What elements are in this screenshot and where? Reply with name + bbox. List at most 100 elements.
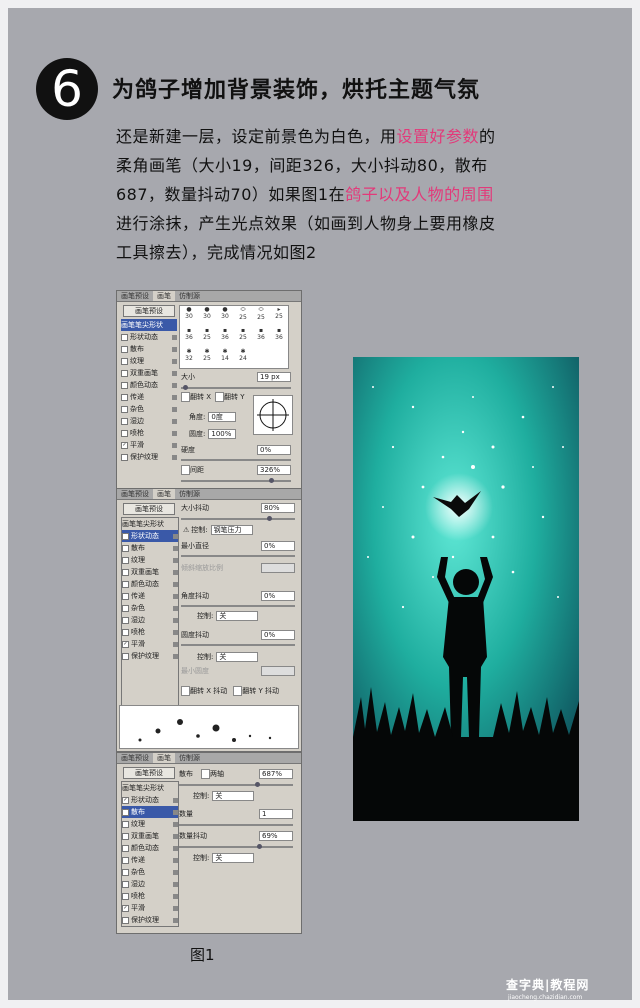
brush-presets-button[interactable]: 画笔预设	[123, 767, 175, 779]
brush-tip[interactable]: ✱ 32	[180, 348, 198, 368]
tab-brush-presets[interactable]: 画笔预设	[117, 753, 153, 763]
brush-tip[interactable]: ▪ 25	[198, 327, 216, 347]
tab-brush-presets[interactable]: 画笔预设	[117, 291, 153, 301]
list-item[interactable]: 喷枪	[122, 890, 178, 902]
scatter-control-select[interactable]: 关	[212, 791, 255, 801]
roundness-jitter-slider[interactable]	[181, 644, 295, 646]
brush-presets-button[interactable]: 画笔预设	[123, 305, 175, 317]
tab-brush-presets[interactable]: 画笔预设	[117, 489, 153, 499]
brush-tip[interactable]: ● 30	[180, 306, 198, 327]
slider-knob[interactable]	[267, 516, 272, 521]
spacing-input[interactable]: 326%	[257, 465, 291, 475]
list-item[interactable]: 喷枪	[122, 626, 178, 638]
angle-roundness-widget[interactable]	[253, 395, 293, 435]
scatter-slider[interactable]	[179, 784, 293, 786]
brush-tip[interactable]: ✱ 24	[234, 348, 252, 368]
brush-tip[interactable]: ▪ 36	[216, 327, 234, 347]
list-item[interactable]: 颜色动态	[122, 578, 178, 590]
control3-select[interactable]: 关	[216, 652, 259, 662]
brush-tip[interactable]: ▪ 25	[234, 327, 252, 347]
list-item[interactable]: ✓ 平滑	[122, 638, 178, 650]
tab-brush[interactable]: 画笔	[153, 489, 175, 499]
count-slider[interactable]	[179, 824, 293, 826]
list-item[interactable]: ✓ 形状动态	[122, 530, 178, 542]
list-item[interactable]: 保护纹理	[122, 914, 178, 926]
brush-tip[interactable]: ⬭ 25	[252, 306, 270, 327]
tab-clone-source[interactable]: 仿制源	[175, 753, 204, 763]
size-jitter-slider[interactable]	[181, 518, 295, 520]
tab-brush[interactable]: 画笔	[153, 753, 175, 763]
list-item[interactable]: 杂色	[122, 866, 178, 878]
list-item[interactable]: 杂色	[121, 403, 177, 415]
brush-tip[interactable]: ⬭ 25	[234, 306, 252, 327]
brush-tip[interactable]: ▪ 36	[270, 327, 288, 347]
slider-knob[interactable]	[257, 844, 262, 849]
list-item[interactable]: 湿边	[122, 614, 178, 626]
brush-tip[interactable]: ▪ 36	[180, 327, 198, 347]
min-diameter-input[interactable]: 0%	[261, 541, 295, 551]
brush-tip[interactable]: ✱ 14	[216, 348, 234, 368]
brush-tip[interactable]: ▸ 25	[270, 306, 288, 327]
list-item[interactable]: 纹理	[121, 355, 177, 367]
flip-y-jitter-checkbox[interactable]	[233, 686, 243, 696]
roundness-input[interactable]: 100%	[208, 429, 237, 439]
list-item[interactable]: 传递	[122, 590, 178, 602]
list-item[interactable]: 纹理	[122, 818, 178, 830]
slider-knob[interactable]	[183, 385, 188, 390]
brush-tip[interactable]: ✱ 25	[198, 348, 216, 368]
flip-x-jitter-checkbox[interactable]	[181, 686, 190, 696]
tab-clone-source[interactable]: 仿制源	[175, 489, 204, 499]
list-item[interactable]: 湿边	[121, 415, 177, 427]
list-item[interactable]: 画笔笔尖形状	[122, 518, 178, 530]
list-item[interactable]: 杂色	[122, 602, 178, 614]
list-item[interactable]: 湿边	[122, 878, 178, 890]
slider-knob[interactable]	[269, 478, 274, 483]
hardness-input[interactable]: 0%	[257, 445, 291, 455]
brush-tip[interactable]: ▪ 36	[252, 327, 270, 347]
list-item[interactable]: 纹理	[122, 554, 178, 566]
brush-tip-grid[interactable]: ● 30 ● 30 ● 30 ⬭ 25 ⬭ 25 ▸ 25 ▪ 36 ▪ 25 ▪ 36 ▪ 25 …	[179, 305, 289, 369]
slider-knob[interactable]	[255, 782, 260, 787]
brush-presets-button[interactable]: 画笔预设	[123, 503, 175, 515]
count-input[interactable]: 1	[259, 809, 293, 819]
angle-jitter-slider[interactable]	[181, 605, 295, 607]
list-item[interactable]: 保护纹理	[122, 650, 178, 662]
tab-brush[interactable]: 画笔	[153, 291, 175, 301]
list-item[interactable]: 双重画笔	[121, 367, 177, 379]
brush-tip[interactable]: ● 30	[198, 306, 216, 327]
list-item[interactable]: 双重画笔	[122, 830, 178, 842]
size-jitter-input[interactable]: 80%	[261, 503, 295, 513]
list-item[interactable]: 传递	[122, 854, 178, 866]
list-item[interactable]: 颜色动态	[122, 842, 178, 854]
list-item[interactable]: ✓ 平滑	[121, 439, 177, 451]
flip-x-checkbox[interactable]	[181, 392, 190, 402]
list-item[interactable]: 颜色动态	[121, 379, 177, 391]
control1-select[interactable]: 钢笔压力	[210, 525, 253, 535]
list-item[interactable]: 画笔笔尖形状	[121, 319, 177, 331]
size-slider[interactable]	[181, 387, 291, 389]
angle-input[interactable]: 0度	[208, 412, 237, 422]
brush-tip[interactable]: ● 30	[216, 306, 234, 327]
count-jitter-input[interactable]: 69%	[259, 831, 293, 841]
count-control-select[interactable]: 关	[212, 853, 255, 863]
hardness-slider[interactable]	[181, 459, 291, 461]
list-item[interactable]: 画笔笔尖形状	[122, 782, 178, 794]
roundness-jitter-input[interactable]: 0%	[261, 630, 295, 640]
flip-y-checkbox[interactable]	[215, 392, 225, 402]
count-jitter-slider[interactable]	[179, 846, 293, 848]
list-item[interactable]: ✓ 形状动态	[122, 794, 178, 806]
list-item[interactable]: 喷枪	[121, 427, 177, 439]
list-item[interactable]: 形状动态	[121, 331, 177, 343]
tab-clone-source[interactable]: 仿制源	[175, 291, 204, 301]
min-diameter-slider[interactable]	[181, 555, 295, 557]
spacing-slider[interactable]	[181, 480, 291, 482]
list-item[interactable]: 散布	[122, 542, 178, 554]
list-item[interactable]: 双重画笔	[122, 566, 178, 578]
size-input[interactable]: 19 px	[257, 372, 291, 382]
list-item[interactable]: ✓ 散布	[122, 806, 178, 818]
angle-jitter-input[interactable]: 0%	[261, 591, 295, 601]
list-item[interactable]: 保护纹理	[121, 451, 177, 463]
spacing-checkbox[interactable]	[181, 465, 190, 475]
scatter-input[interactable]: 687%	[259, 769, 293, 779]
list-item[interactable]: ✓ 平滑	[122, 902, 178, 914]
